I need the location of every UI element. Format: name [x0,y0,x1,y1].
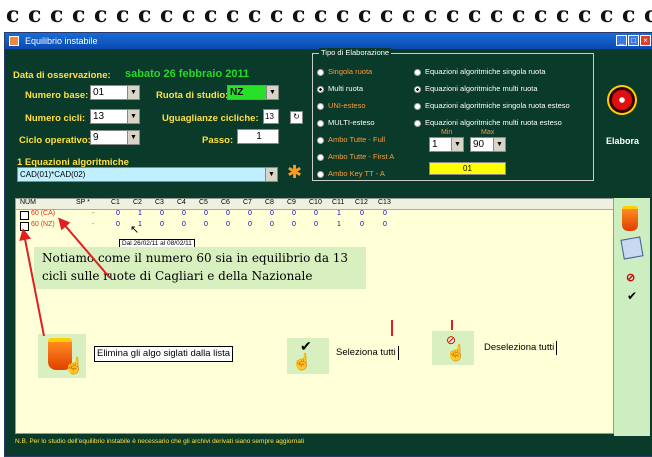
annotation-arrows [19,217,453,337]
arrow-to-checkbox [19,228,45,337]
arrow-to-ca [58,217,111,279]
